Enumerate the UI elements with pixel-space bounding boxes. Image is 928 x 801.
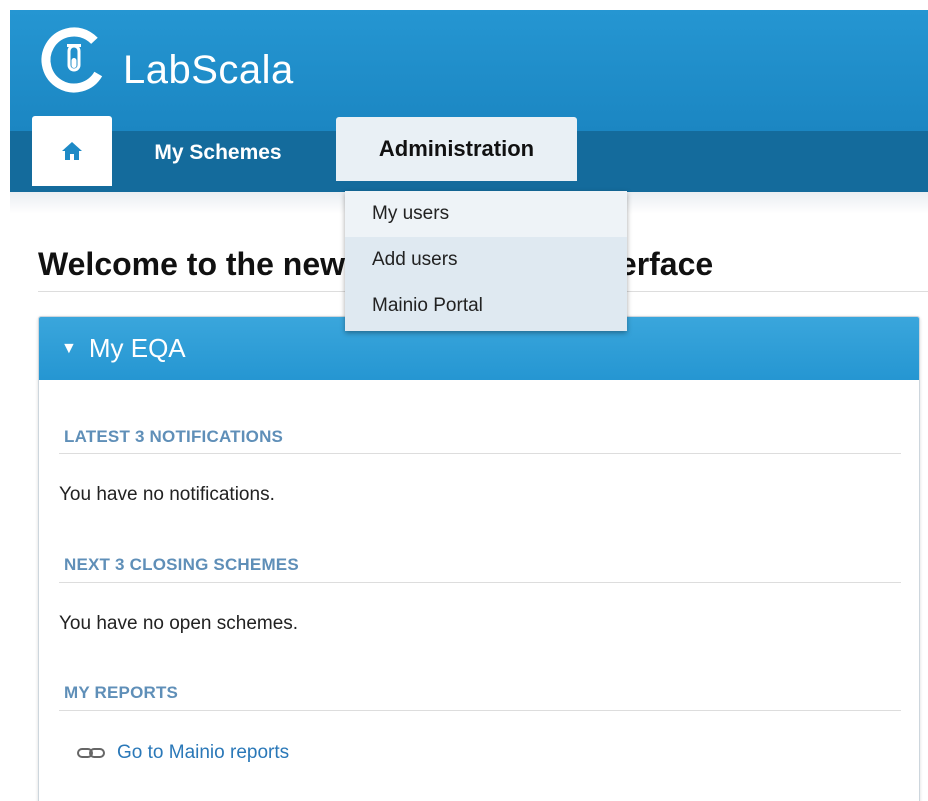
- home-icon: [62, 142, 82, 160]
- brand-name[interactable]: LabScala: [123, 46, 294, 94]
- section-divider: [59, 453, 901, 454]
- administration-dropdown: My users Add users Mainio Portal: [345, 191, 627, 331]
- menu-item-my-users[interactable]: My users: [345, 191, 627, 237]
- panel-title: My EQA: [88, 333, 186, 363]
- tab-home[interactable]: [32, 116, 112, 186]
- closing-schemes-text: You have no open schemes.: [59, 613, 299, 634]
- my-reports-heading: MY REPORTS: [64, 683, 179, 702]
- triangle-down-icon[interactable]: ▼: [61, 340, 77, 358]
- menu-item-mainio-portal[interactable]: Mainio Portal: [345, 283, 627, 329]
- menu-item-add-users[interactable]: Add users: [345, 237, 627, 283]
- notifications-heading: LATEST 3 NOTIFICATIONS: [64, 427, 284, 446]
- tab-administration[interactable]: Administration: [336, 117, 577, 181]
- page: LabScala My Schemes Administration My us…: [0, 0, 928, 801]
- mainio-reports-link[interactable]: Go to Mainio reports: [77, 742, 289, 764]
- my-eqa-panel: ▼ My EQA LATEST 3 NOTIFICATIONS You have…: [38, 316, 920, 801]
- link-icon: [77, 748, 105, 758]
- mainio-reports-link-label[interactable]: Go to Mainio reports: [117, 742, 289, 764]
- labscala-logo-icon[interactable]: [38, 24, 110, 96]
- section-divider: [59, 582, 901, 583]
- tab-my-schemes[interactable]: My Schemes: [118, 130, 318, 175]
- notifications-text: You have no notifications.: [59, 484, 275, 505]
- section-divider: [59, 710, 901, 711]
- closing-schemes-heading: NEXT 3 CLOSING SCHEMES: [64, 555, 299, 574]
